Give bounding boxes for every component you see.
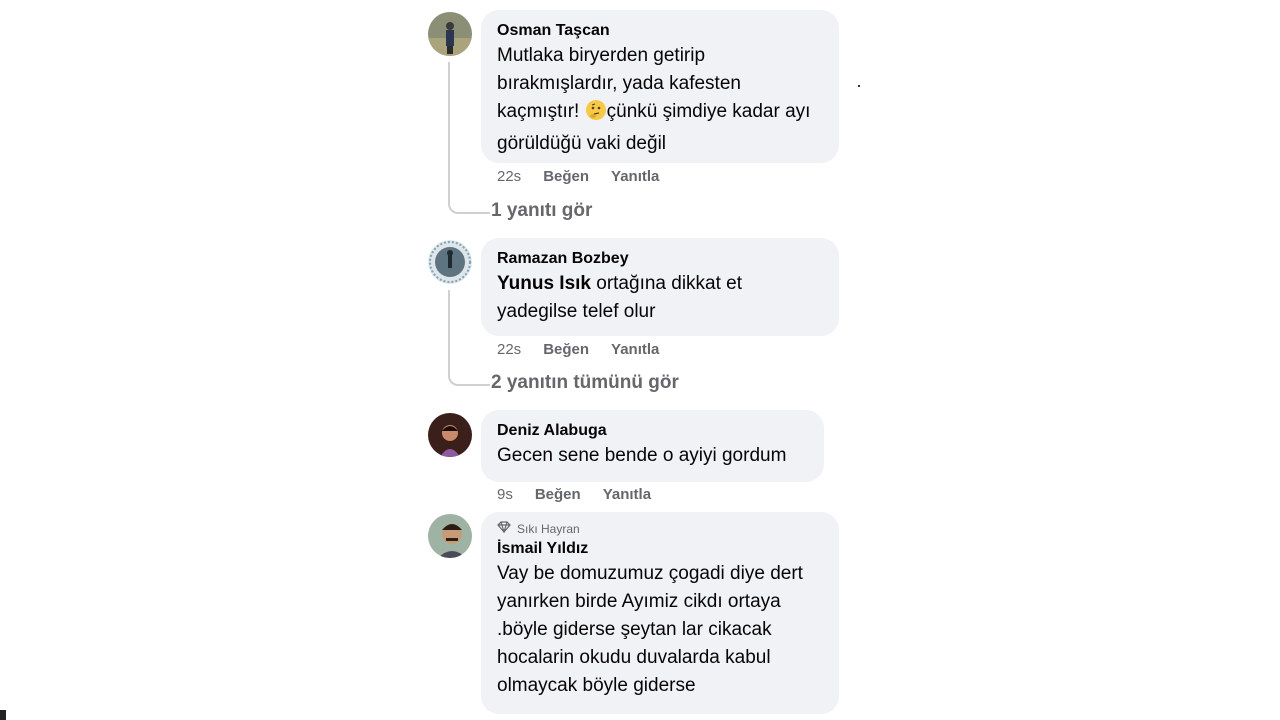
comment-text: Yunus Isık ortağına dikkat et yadegilse …	[497, 273, 743, 322]
comment-bubble: Osman Taşcan Mutlaka biryerden getirip b…	[481, 10, 839, 163]
comment-bubble: Deniz Alabuga Gecen sene bende o ayiyi g…	[481, 410, 824, 482]
comment-time[interactable]: 22s	[497, 168, 521, 185]
view-replies-link[interactable]: 2 yanıtın tümünü gör	[491, 372, 679, 394]
avatar-osman[interactable]	[428, 12, 472, 56]
reply-button[interactable]: Yanıtla	[603, 486, 651, 503]
comment-author[interactable]: Deniz Alabuga	[497, 420, 808, 442]
avatar-ismail[interactable]	[428, 514, 472, 558]
comment-bubble: Ramazan Bozbey Yunus Isık ortağına dikka…	[481, 238, 839, 336]
comment-text: Mutlaka biryerden getirip bırakmışlardır…	[497, 45, 811, 154]
view-replies-link[interactable]: 1 yanıtı gör	[491, 200, 592, 222]
comment-actions: 22s Beğen Yanıtla	[497, 168, 681, 185]
comment-actions: 9s Beğen Yanıtla	[497, 486, 673, 503]
comment-bubble: Sıkı Hayran İsmail Yıldız Vay be domuzum…	[481, 512, 839, 714]
thinking-face-icon	[585, 99, 607, 130]
comment-author[interactable]: İsmail Yıldız	[497, 538, 823, 560]
badge-label: Sıkı Hayran	[517, 522, 580, 536]
avatar-deniz[interactable]	[428, 413, 472, 457]
like-button[interactable]: Beğen	[543, 341, 589, 358]
reply-button[interactable]: Yanıtla	[611, 341, 659, 358]
comment-actions: 22s Beğen Yanıtla	[497, 341, 681, 358]
comment-text: Vay be domuzumuz çogadi diye dert yanırk…	[497, 563, 803, 696]
comment-author[interactable]: Ramazan Bozbey	[497, 248, 823, 270]
avatar-ramazan[interactable]	[428, 240, 472, 284]
top-fan-badge: Sıkı Hayran	[497, 520, 823, 538]
reply-button[interactable]: Yanıtla	[611, 168, 659, 185]
mention-link[interactable]: Yunus Isık	[497, 273, 591, 294]
like-button[interactable]: Beğen	[543, 168, 589, 185]
comment-time[interactable]: 9s	[497, 486, 513, 503]
comment-author[interactable]: Osman Taşcan	[497, 20, 823, 42]
like-button[interactable]: Beğen	[535, 486, 581, 503]
corner-mark	[0, 710, 6, 720]
comment-text: Gecen sene bende o ayiyi gordum	[497, 445, 787, 466]
diamond-icon	[497, 520, 511, 538]
comment-time[interactable]: 22s	[497, 341, 521, 358]
stray-dot	[858, 85, 860, 87]
